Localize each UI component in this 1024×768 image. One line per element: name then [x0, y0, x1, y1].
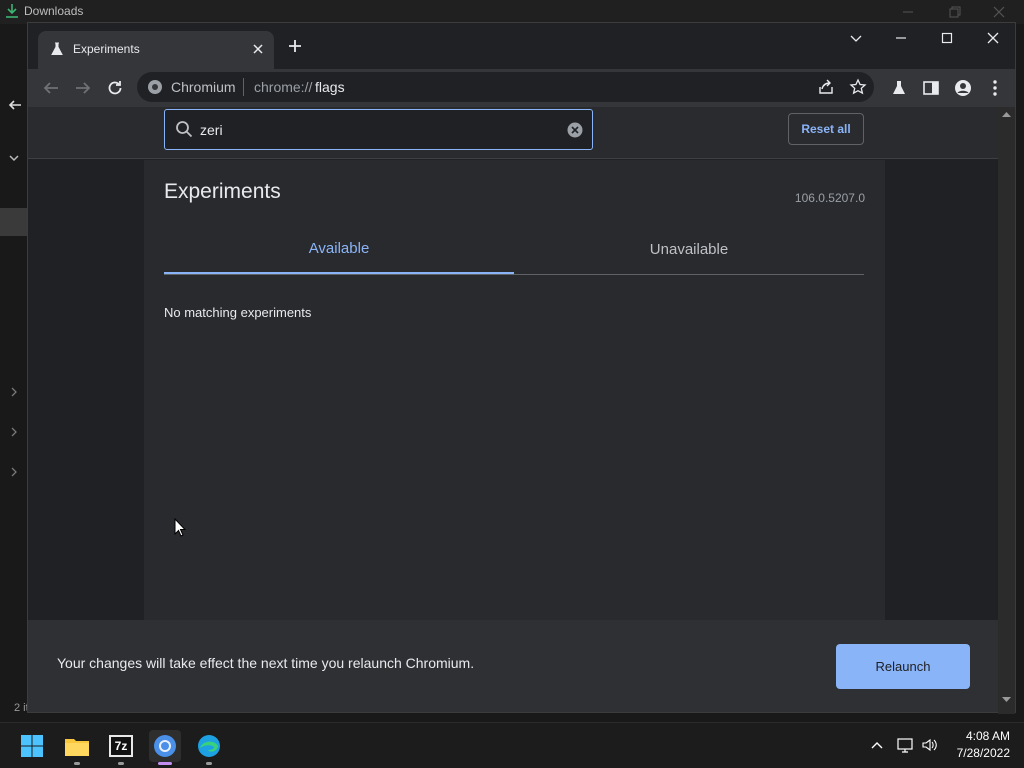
bookmark-star-icon[interactable]	[849, 78, 867, 96]
page-scrollbar[interactable]	[998, 107, 1015, 714]
search-box[interactable]	[164, 109, 593, 150]
chromium-window: Experiments Chromium chrome:// flags zer…	[27, 22, 1016, 714]
maximize-icon[interactable]	[939, 30, 955, 46]
browser-toolbar: Chromium chrome:// flags	[28, 69, 1015, 107]
background-window-title: Downloads	[24, 4, 84, 18]
clock-time[interactable]: 4:08 AM	[960, 729, 1010, 743]
back-arrow-icon[interactable]	[41, 78, 61, 98]
tab-unavailable[interactable]: Unavailable	[514, 224, 864, 274]
search-icon	[175, 120, 193, 138]
chevron-right-icon[interactable]	[8, 426, 20, 438]
close-icon[interactable]	[985, 30, 1001, 46]
reset-all-button[interactable]: Reset all	[788, 113, 864, 145]
labs-flask-icon[interactable]	[889, 78, 909, 98]
share-icon[interactable]	[817, 78, 835, 96]
forward-arrow-icon[interactable]	[73, 78, 93, 98]
chevron-right-icon[interactable]	[8, 386, 20, 398]
background-nav-pane	[0, 24, 28, 722]
new-tab-plus-icon[interactable]	[288, 39, 302, 53]
taskbar: 7z 4:08 AM 7/28/2022	[0, 722, 1024, 768]
omnibox-url-path: flags	[315, 79, 345, 95]
chromium-taskbar-icon[interactable]	[149, 730, 181, 765]
clock-date[interactable]: 7/28/2022	[948, 746, 1010, 760]
chromium-logo-icon	[147, 79, 163, 95]
start-icon[interactable]	[16, 730, 48, 762]
mouse-cursor-icon	[174, 518, 186, 537]
content-gutter-left	[28, 160, 144, 620]
active-indicator	[158, 762, 172, 765]
page-title: Experiments	[164, 180, 281, 203]
7zip-label: 7z	[111, 737, 131, 755]
flask-icon	[50, 42, 64, 56]
file-explorer-icon[interactable]	[61, 730, 93, 765]
experiments-tabs: Available Unavailable	[164, 224, 864, 275]
network-icon[interactable]	[897, 737, 915, 753]
tab-strip: Experiments	[28, 23, 1015, 69]
clear-search-icon[interactable]	[567, 122, 583, 138]
relaunch-message: Your changes will take effect the next t…	[57, 655, 475, 671]
background-titlebar: Downloads	[0, 0, 1024, 24]
volume-icon[interactable]	[921, 737, 939, 753]
back-arrow-icon[interactable]	[8, 98, 22, 112]
omnibox[interactable]: Chromium chrome:// flags	[137, 72, 874, 102]
version-label: 106.0.5207.0	[794, 191, 865, 205]
relaunch-bar: Your changes will take effect the next t…	[28, 620, 998, 712]
running-indicator	[74, 762, 80, 765]
content-gutter-right	[885, 160, 998, 620]
kebab-menu-icon[interactable]	[985, 78, 1005, 98]
tab-title: Experiments	[73, 42, 140, 56]
edge-icon[interactable]	[193, 730, 225, 765]
background-selected-nav-item[interactable]	[0, 208, 28, 236]
omnibox-divider	[243, 78, 244, 96]
reload-icon[interactable]	[105, 78, 125, 98]
tab-close-icon[interactable]	[252, 43, 264, 55]
omnibox-url-scheme: chrome://	[254, 79, 313, 95]
7zip-icon[interactable]: 7z	[105, 730, 137, 765]
scroll-down-icon[interactable]	[1002, 697, 1011, 703]
profile-avatar-icon[interactable]	[953, 78, 973, 98]
flags-page: Reset all Experiments 106.0.5207.0 Avail…	[28, 107, 998, 620]
tab-search-chevron-icon[interactable]	[848, 30, 864, 46]
experiments-content: Experiments 106.0.5207.0 Available Unava…	[144, 160, 885, 620]
tab-experiments[interactable]: Experiments	[38, 31, 274, 69]
minimize-icon[interactable]	[900, 4, 916, 20]
scroll-up-icon[interactable]	[1002, 111, 1011, 117]
search-input[interactable]	[200, 119, 550, 141]
chevron-right-icon[interactable]	[8, 466, 20, 478]
restore-icon[interactable]	[946, 4, 962, 20]
download-icon	[5, 3, 19, 19]
omnibox-site-name: Chromium	[171, 79, 236, 95]
empty-results-message: No matching experiments	[164, 305, 312, 320]
flags-header: Reset all	[28, 107, 998, 159]
running-indicator	[206, 762, 212, 765]
relaunch-button[interactable]: Relaunch	[836, 644, 970, 689]
show-hidden-icons-chevron-icon[interactable]	[870, 738, 884, 752]
tab-available[interactable]: Available	[164, 224, 514, 274]
running-indicator	[118, 762, 124, 765]
minimize-icon[interactable]	[893, 30, 909, 46]
side-panel-icon[interactable]	[921, 78, 941, 98]
chevron-down-icon[interactable]	[8, 152, 20, 164]
close-icon[interactable]	[991, 4, 1007, 20]
